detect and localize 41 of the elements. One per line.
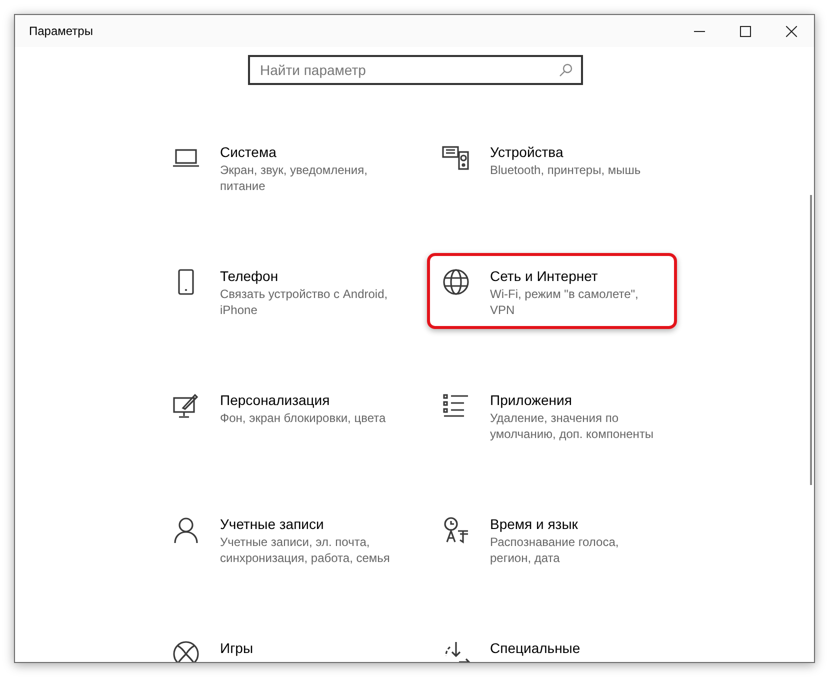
xbox-icon: [171, 639, 201, 662]
scrollbar[interactable]: [810, 195, 812, 485]
category-title: Учетные записи: [220, 515, 325, 533]
category-description: Связать устройство с Android, iPhone: [220, 286, 389, 318]
category-title: Персонализация: [220, 391, 331, 409]
category-description: Экран, звук, уведомления, питание: [220, 162, 368, 194]
category-title: Приложения: [490, 391, 573, 409]
category-description: Bluetooth, принтеры, мышь: [490, 162, 642, 178]
category-title: Время и язык: [490, 515, 579, 533]
category-title: Устройства: [490, 143, 564, 161]
person-icon: [171, 515, 201, 545]
category-title: Специальные: [490, 639, 580, 657]
keyboard-speaker-icon: [441, 143, 471, 173]
settings-category[interactable]: Персонализация Фон, экран блокировки, цвета: [157, 377, 407, 437]
search-icon: [559, 63, 573, 77]
category-description: Фон, экран блокировки, цвета: [220, 410, 387, 426]
category-title: Система: [220, 143, 278, 161]
settings-category[interactable]: Сеть и Интернет Wi-Fi, режим "в самолете", VPN: [427, 253, 677, 329]
close-icon: [786, 26, 796, 36]
category-description: Учетные записи, эл. почта, синхронизация, работа, семья: [220, 534, 391, 566]
settings-category[interactable]: Устройства Bluetooth, принтеры, мышь: [427, 129, 677, 189]
category-description: Удаление, значения по умолчанию, доп. компоненты: [490, 410, 655, 442]
minimize-icon: [694, 30, 704, 32]
monitor-brush-icon: [171, 391, 201, 421]
category-title: Игры: [220, 639, 254, 657]
settings-category[interactable]: Приложения Удаление, значения по умолчанию, доп. компоненты: [427, 377, 677, 453]
category-description: Wi-Fi, режим "в самолете", VPN: [490, 286, 640, 318]
settings-category[interactable]: Телефон Связать устройство с Android, iPhone: [157, 253, 407, 329]
settings-category[interactable]: Система Экран, звук, уведомления, питание: [157, 129, 407, 205]
category-description: Распознавание голоса, регион, дата: [490, 534, 620, 566]
window-title: Параметры: [28, 23, 93, 40]
settings-category[interactable]: Время и язык Распознавание голоса, регион, дата: [427, 501, 677, 577]
globe-icon: [441, 267, 471, 297]
settings-category[interactable]: Игры: [157, 625, 407, 662]
search-field[interactable]: Найти параметр: [248, 55, 583, 85]
category-title: Телефон: [220, 267, 280, 285]
category-title: Сеть и Интернет: [490, 267, 599, 285]
settings-category[interactable]: Учетные записи Учетные записи, эл. почта, синхронизация, работа, семья: [157, 501, 407, 577]
clock-letters-icon: [441, 515, 471, 545]
settings-category[interactable]: Специальные: [427, 625, 677, 662]
maximize-icon: [740, 26, 750, 36]
